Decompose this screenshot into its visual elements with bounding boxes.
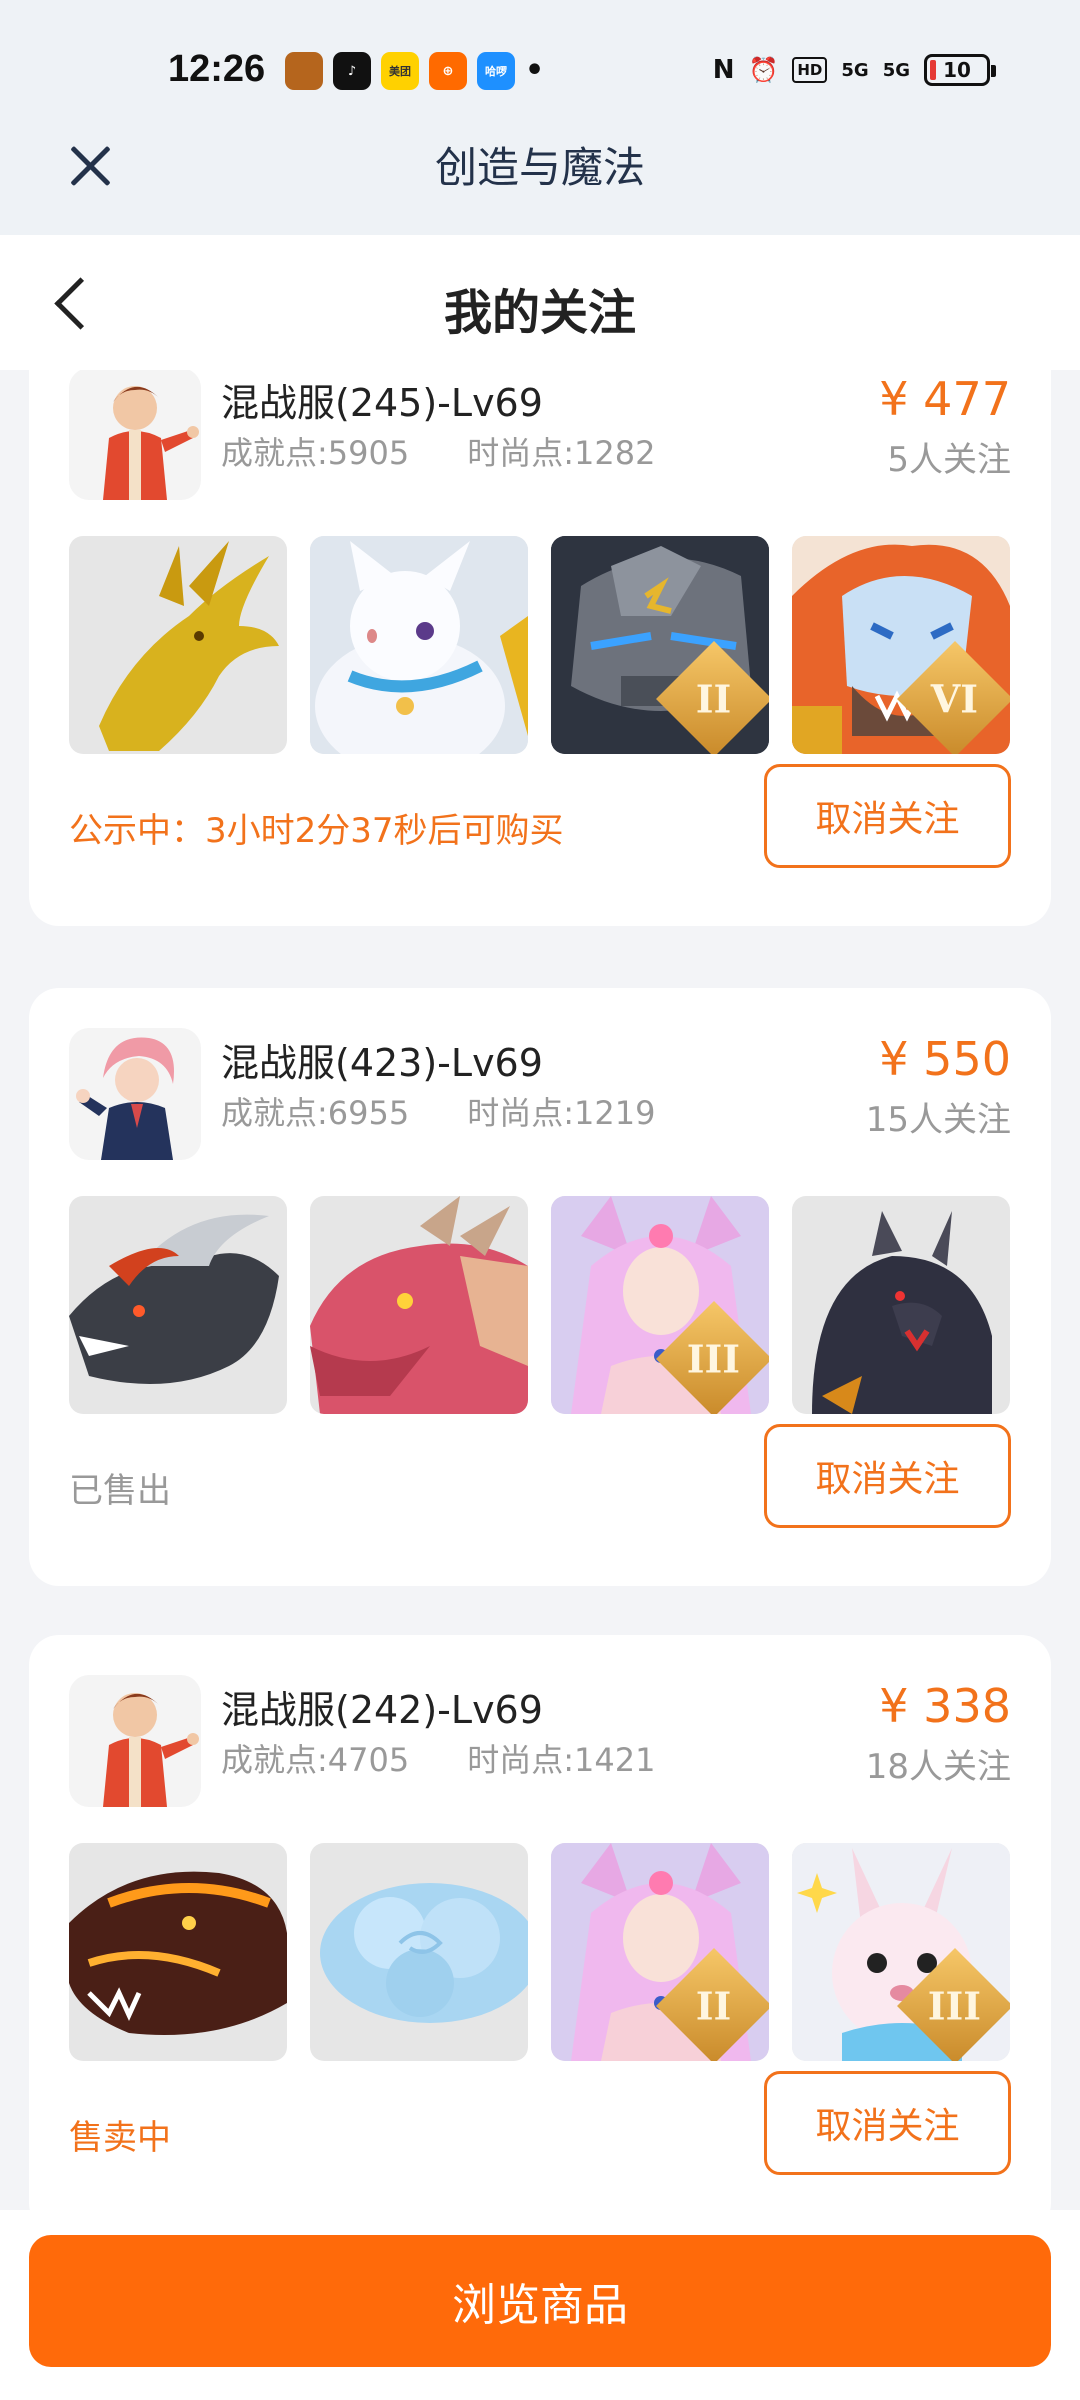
pet-thumbnails: II III: [69, 1843, 1010, 2061]
unfollow-button[interactable]: 取消关注: [764, 1424, 1011, 1528]
follower-count: 5人关注: [887, 440, 1011, 480]
achievement-points: 成就点:5905: [221, 434, 410, 472]
hd-icon: HD: [792, 57, 828, 83]
avatar: [69, 1028, 201, 1160]
taobao-app-icon: ⊕: [429, 52, 467, 90]
black-dragon-image[interactable]: [69, 1196, 287, 1414]
list-item[interactable]: 混战服(423)-Lv69 成就点:6955 时尚点:1219 ¥ 550 15…: [29, 988, 1051, 1586]
account-title: 混战服(242)-Lv69: [221, 1688, 543, 1732]
price: ¥ 477: [879, 372, 1011, 426]
unfollow-button[interactable]: 取消关注: [764, 2071, 1011, 2175]
fire-lion-image[interactable]: VI: [792, 536, 1010, 754]
battery-icon: 10: [924, 54, 996, 86]
pet-thumbnails: III: [69, 1196, 1010, 1414]
page-title: 我的关注: [443, 285, 636, 341]
fox-girl-image[interactable]: II: [551, 1843, 769, 2061]
fashion-points: 时尚点:1219: [467, 1094, 656, 1132]
list-item[interactable]: 混战服(242)-Lv69 成就点:4705 时尚点:1421 ¥ 338 18…: [29, 1635, 1051, 2210]
listing-status: 公示中：3小时2分37秒后可购买: [69, 811, 564, 851]
stone-golem-image[interactable]: II: [551, 536, 769, 754]
follower-count: 18人关注: [865, 1747, 1011, 1787]
avatar: [69, 370, 201, 500]
hello-app-icon: 哈啰: [477, 52, 515, 90]
fashion-points: 时尚点:1421: [467, 1741, 656, 1779]
golden-dragon-image[interactable]: [69, 536, 287, 754]
pet-thumbnails: II VI: [69, 536, 1010, 754]
page-header: 我的关注: [0, 235, 1080, 370]
notification-dot-icon: •: [525, 52, 545, 88]
list-item[interactable]: 混战服(245)-Lv69 成就点:5905 时尚点:1282 ¥ 477 5人…: [29, 370, 1051, 926]
alarm-icon: ⏰: [748, 56, 779, 84]
status-app-icons: ♪ 美团 ⊕ 哈啰 •: [285, 52, 544, 90]
achievement-points: 成就点:6955: [221, 1094, 410, 1132]
achievement-points: 成就点:4705: [221, 1741, 410, 1779]
black-beast-image[interactable]: [792, 1196, 1010, 1414]
game-app-icon: [285, 52, 323, 90]
blue-cloud-image[interactable]: [310, 1843, 528, 2061]
listing-status: 售卖中: [69, 2118, 171, 2158]
unfollow-button[interactable]: 取消关注: [764, 764, 1011, 868]
pink-rabbit-image[interactable]: III: [792, 1843, 1010, 2061]
account-title: 混战服(245)-Lv69: [221, 381, 543, 425]
tiktok-app-icon: ♪: [333, 52, 371, 90]
browse-products-button[interactable]: 浏览商品: [29, 2235, 1051, 2367]
account-stats: 成就点:5905 时尚点:1282: [221, 428, 655, 474]
webview-titlebar: 创造与魔法: [0, 120, 1080, 235]
app-title: 创造与魔法: [434, 143, 645, 192]
white-cat-image[interactable]: [310, 536, 528, 754]
bottom-bar: 浏览商品: [0, 2210, 1080, 2400]
fashion-points: 时尚点:1282: [467, 434, 656, 472]
price: ¥ 550: [879, 1032, 1011, 1086]
status-indicators: N ⏰ HD 5G 5G 10: [712, 52, 996, 88]
signal-icon: 5G: [841, 59, 869, 81]
signal-icon-2: 5G: [882, 59, 910, 81]
lava-dragon-image[interactable]: [69, 1843, 287, 2061]
fox-girl-image[interactable]: III: [551, 1196, 769, 1414]
nfc-icon: N: [712, 55, 735, 85]
followed-list[interactable]: 混战服(245)-Lv69 成就点:5905 时尚点:1282 ¥ 477 5人…: [0, 370, 1080, 2210]
status-bar: 12:26 ♪ 美团 ⊕ 哈啰 • N ⏰ HD 5G 5G 10: [0, 0, 1080, 120]
avatar: [69, 1675, 201, 1807]
account-stats: 成就点:6955 时尚点:1219: [221, 1088, 655, 1134]
account-title: 混战服(423)-Lv69: [221, 1041, 543, 1085]
follower-count: 15人关注: [865, 1100, 1011, 1140]
meituan-app-icon: 美团: [381, 52, 419, 90]
account-stats: 成就点:4705 时尚点:1421: [221, 1735, 655, 1781]
listing-status: 已售出: [69, 1471, 171, 1511]
status-time: 12:26: [168, 48, 266, 90]
price: ¥ 338: [879, 1679, 1011, 1733]
red-dragon-image[interactable]: [310, 1196, 528, 1414]
